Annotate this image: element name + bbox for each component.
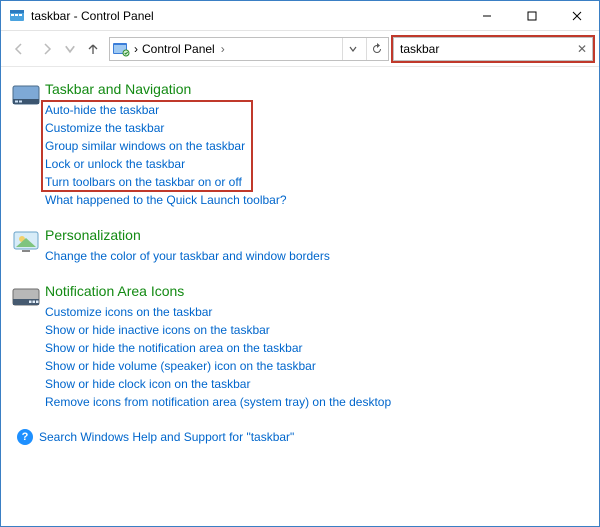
link-change-taskbar-color[interactable]: Change the color of your taskbar and win… — [45, 247, 591, 265]
link-volume-icon[interactable]: Show or hide volume (speaker) icon on th… — [45, 357, 591, 375]
history-dropdown[interactable] — [63, 37, 77, 61]
titlebar: taskbar - Control Panel — [1, 1, 599, 31]
link-remove-tray-icons[interactable]: Remove icons from notification area (sys… — [45, 393, 591, 411]
minimize-button[interactable] — [464, 1, 509, 30]
breadcrumb-root[interactable]: Control Panel — [142, 42, 215, 56]
control-panel-icon — [112, 41, 130, 57]
section-notification-area: Notification Area Icons Customize icons … — [9, 283, 591, 411]
address-bar[interactable]: › Control Panel › — [109, 37, 389, 61]
category-title[interactable]: Notification Area Icons — [45, 283, 591, 299]
window-frame: taskbar - Control Panel — [0, 0, 600, 527]
maximize-button[interactable] — [509, 1, 554, 30]
link-quick-launch[interactable]: What happened to the Quick Launch toolba… — [45, 191, 591, 209]
nav-row: › Control Panel › ✕ — [1, 31, 599, 67]
content-area: Taskbar and Navigation Auto-hide the tas… — [1, 67, 599, 526]
search-box[interactable]: ✕ — [393, 37, 593, 61]
taskbar-category-icon — [9, 81, 45, 109]
app-icon — [9, 8, 25, 24]
up-button[interactable] — [81, 37, 105, 61]
help-icon: ? — [17, 429, 33, 445]
notification-category-icon — [9, 283, 45, 311]
window-title: taskbar - Control Panel — [31, 9, 464, 23]
link-clock-icon[interactable]: Show or hide clock icon on the taskbar — [45, 375, 591, 393]
forward-button[interactable] — [35, 37, 59, 61]
close-button[interactable] — [554, 1, 599, 30]
link-customize-taskbar[interactable]: Customize the taskbar — [45, 119, 591, 137]
category-title[interactable]: Personalization — [45, 227, 591, 243]
link-notification-area[interactable]: Show or hide the notification area on th… — [45, 339, 591, 357]
link-customize-icons[interactable]: Customize icons on the taskbar — [45, 303, 591, 321]
personalization-category-icon — [9, 227, 45, 255]
chevron-right-icon: › — [221, 42, 225, 56]
back-button[interactable] — [7, 37, 31, 61]
refresh-button[interactable] — [366, 38, 386, 60]
category-title[interactable]: Taskbar and Navigation — [45, 81, 591, 97]
help-footer-text[interactable]: Search Windows Help and Support for "tas… — [39, 430, 294, 444]
clear-search-icon[interactable]: ✕ — [572, 42, 592, 56]
help-footer[interactable]: ? Search Windows Help and Support for "t… — [17, 429, 591, 445]
breadcrumb[interactable]: Control Panel › — [142, 42, 225, 56]
link-auto-hide-taskbar[interactable]: Auto-hide the taskbar — [45, 101, 591, 119]
section-personalization: Personalization Change the color of your… — [9, 227, 591, 265]
search-input[interactable] — [394, 42, 572, 56]
section-taskbar-navigation: Taskbar and Navigation Auto-hide the tas… — [9, 81, 591, 209]
chevron-right-icon: › — [134, 42, 138, 56]
link-toolbars-on-off[interactable]: Turn toolbars on the taskbar on or off — [45, 173, 591, 191]
link-group-windows[interactable]: Group similar windows on the taskbar — [45, 137, 591, 155]
link-lock-unlock-taskbar[interactable]: Lock or unlock the taskbar — [45, 155, 591, 173]
address-dropdown[interactable] — [342, 38, 362, 60]
link-inactive-icons[interactable]: Show or hide inactive icons on the taskb… — [45, 321, 591, 339]
window-buttons — [464, 1, 599, 30]
